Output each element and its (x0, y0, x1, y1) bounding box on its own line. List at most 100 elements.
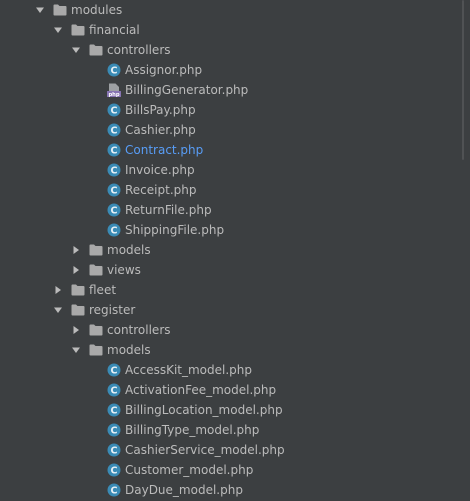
file-label: Customer_model.php (125, 463, 254, 477)
folder-label: fleet (89, 283, 117, 297)
tree-file-row[interactable]: C Invoice.php (0, 160, 470, 180)
tree-file-row[interactable]: C AccessKit_model.php (0, 360, 470, 380)
svg-text:C: C (111, 445, 118, 456)
file-label: Invoice.php (125, 163, 195, 177)
folder-label: register (89, 303, 136, 317)
class-file-icon: C (107, 443, 121, 457)
tree-file-row[interactable]: C ShippingFile.php (0, 220, 470, 240)
class-file-icon: C (107, 423, 121, 437)
class-file-icon: C (107, 203, 121, 217)
tree-folder-row[interactable]: models (0, 340, 470, 360)
svg-text:C: C (111, 145, 118, 156)
folder-icon (53, 3, 67, 17)
php-file-icon: php (107, 83, 121, 97)
svg-text:C: C (111, 385, 118, 396)
folder-label: views (107, 263, 141, 277)
file-label: DayDue_model.php (125, 483, 243, 497)
chevron-right-icon[interactable] (53, 285, 63, 295)
file-label: BillsPay.php (125, 103, 196, 117)
tree-folder-row[interactable]: views (0, 260, 470, 280)
svg-text:C: C (111, 105, 118, 116)
tree-file-row[interactable]: C BillingType_model.php (0, 420, 470, 440)
folder-icon (89, 323, 103, 337)
folder-icon (89, 243, 103, 257)
file-label: ActivationFee_model.php (125, 383, 277, 397)
file-label: Contract.php (125, 143, 204, 157)
tree-file-row[interactable]: C ReturnFile.php (0, 200, 470, 220)
tree-file-row[interactable]: C BillingLocation_model.php (0, 400, 470, 420)
file-label: BillingLocation_model.php (125, 403, 283, 417)
folder-label: controllers (107, 43, 171, 57)
file-label: ReturnFile.php (125, 203, 212, 217)
chevron-right-icon[interactable] (71, 265, 81, 275)
folder-label: models (107, 243, 151, 257)
class-file-icon: C (107, 403, 121, 417)
class-file-icon: C (107, 363, 121, 377)
tree-folder-row[interactable]: models (0, 240, 470, 260)
class-file-icon: C (107, 463, 121, 477)
project-tree: modules financial controllers C Assignor.php… (0, 0, 470, 501)
svg-text:C: C (111, 65, 118, 76)
file-label: ShippingFile.php (125, 223, 225, 237)
chevron-right-icon[interactable] (71, 245, 81, 255)
chevron-down-icon[interactable] (53, 305, 63, 315)
svg-text:C: C (111, 185, 118, 196)
class-file-icon: C (107, 183, 121, 197)
folder-label: controllers (107, 323, 171, 337)
tree-file-row[interactable]: C DayDue_model.php (0, 480, 470, 500)
folder-icon (89, 43, 103, 57)
tree-file-row[interactable]: C Receipt.php (0, 180, 470, 200)
svg-text:C: C (111, 125, 118, 136)
folder-label: modules (71, 3, 123, 17)
tree-file-row[interactable]: C Customer_model.php (0, 460, 470, 480)
chevron-down-icon[interactable] (53, 25, 63, 35)
tree-file-row[interactable]: C Assignor.php (0, 60, 470, 80)
file-label: Receipt.php (125, 183, 197, 197)
tree-file-row[interactable]: C CashierService_model.php (0, 440, 470, 460)
chevron-right-icon[interactable] (71, 325, 81, 335)
tree-folder-row[interactable]: register (0, 300, 470, 320)
chevron-down-icon[interactable] (71, 45, 81, 55)
chevron-down-icon[interactable] (35, 5, 45, 15)
chevron-down-icon[interactable] (71, 345, 81, 355)
tree-file-row[interactable]: C ActivationFee_model.php (0, 380, 470, 400)
file-label: Assignor.php (125, 63, 203, 77)
svg-text:C: C (111, 165, 118, 176)
svg-text:C: C (111, 405, 118, 416)
svg-text:php: php (108, 92, 119, 97)
tree-file-row[interactable]: C BillsPay.php (0, 100, 470, 120)
tree-folder-row[interactable]: fleet (0, 280, 470, 300)
tree-folder-row[interactable]: controllers (0, 320, 470, 340)
tree-file-row[interactable]: php BillingGenerator.php (0, 80, 470, 100)
folder-icon (71, 23, 85, 37)
tree-folder-row[interactable]: modules (0, 0, 470, 20)
class-file-icon: C (107, 383, 121, 397)
tree-folder-row[interactable]: controllers (0, 40, 470, 60)
file-label: BillingType_model.php (125, 423, 260, 437)
tree-file-row[interactable]: C Contract.php (0, 140, 470, 160)
folder-icon (89, 343, 103, 357)
folder-label: financial (89, 23, 140, 37)
folder-icon (71, 303, 85, 317)
svg-text:C: C (111, 225, 118, 236)
class-file-icon: C (107, 63, 121, 77)
tree-file-row[interactable]: C Cashier.php (0, 120, 470, 140)
class-file-icon: C (107, 163, 121, 177)
scrollbar[interactable] (462, 0, 464, 160)
folder-icon (71, 283, 85, 297)
tree-folder-row[interactable]: financial (0, 20, 470, 40)
